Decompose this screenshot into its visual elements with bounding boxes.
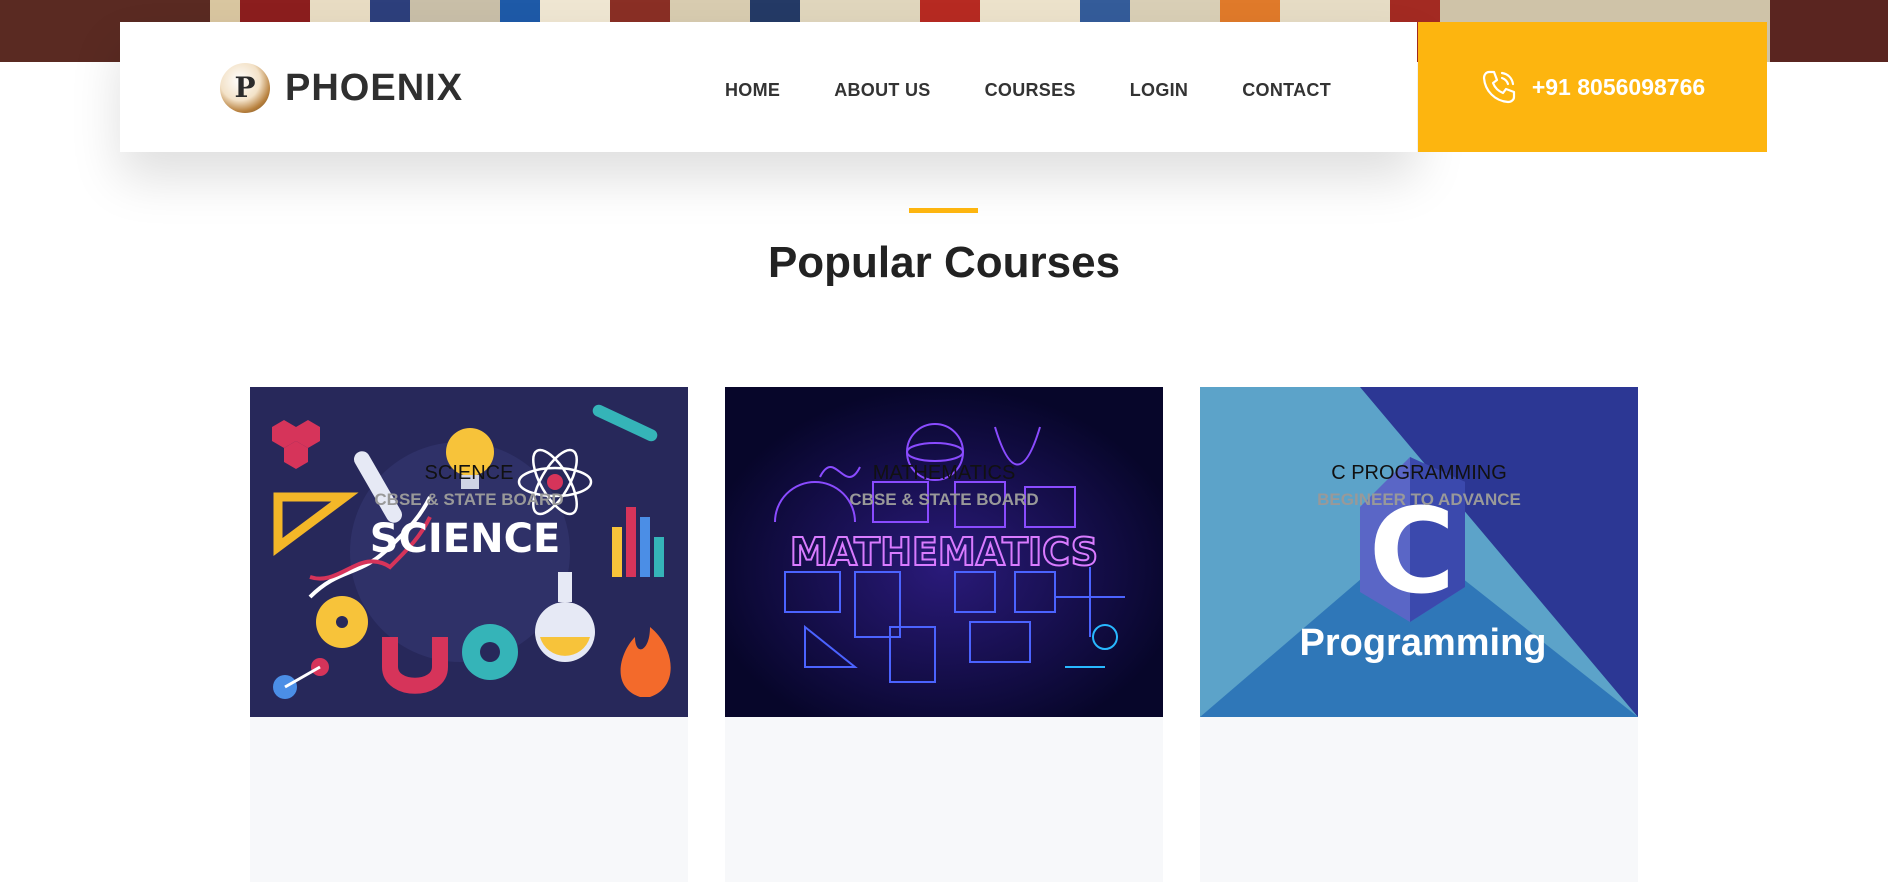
- main-nav: HOME ABOUT US COURSES LOGIN CONTACT: [725, 80, 1385, 101]
- science-image-text: SCIENCE: [370, 516, 561, 562]
- logo-emblem-icon: P: [220, 63, 270, 113]
- logo[interactable]: P PHOENIX: [220, 62, 463, 114]
- section-title: Popular Courses: [767, 238, 1121, 287]
- logo-glyph: P: [234, 71, 256, 104]
- nav-courses-link[interactable]: COURSES: [985, 80, 1076, 101]
- course-image-c-programming[interactable]: C Programming: [1200, 387, 1638, 717]
- phone-icon: [1482, 70, 1515, 104]
- course-subtitle-c-programming: BEGINEER TO ADVANCE: [1317, 490, 1521, 509]
- phone-number: +91 8056098766: [1531, 73, 1706, 100]
- course-subtitle-science: CBSE & STATE BOARD: [374, 490, 564, 509]
- site-header: P PHOENIX HOME ABOUT US COURSES LOGIN CO…: [120, 22, 1417, 152]
- course-card-body: [1200, 717, 1638, 882]
- brand-name: PHOENIX: [285, 66, 464, 109]
- course-title-science[interactable]: SCIENCE: [250, 462, 688, 485]
- course-image-mathematics[interactable]: MATHEMATICS: [725, 387, 1163, 717]
- nav-about-link[interactable]: ABOUT US: [834, 80, 930, 101]
- section-accent-bar: [909, 208, 978, 213]
- course-image-science[interactable]: SCIENCE: [250, 387, 688, 717]
- course-title-mathematics[interactable]: MATHEMATICS: [725, 462, 1163, 485]
- course-title-c-programming[interactable]: C PROGRAMMING: [1200, 462, 1638, 485]
- course-subtitle-mathematics: CBSE & STATE BOARD: [849, 490, 1039, 509]
- nav-home-link[interactable]: HOME: [725, 80, 780, 101]
- course-card-body: [725, 717, 1163, 882]
- mathematics-image-text: MATHEMATICS: [790, 530, 1098, 574]
- nav-contact-link[interactable]: CONTACT: [1242, 80, 1331, 101]
- programming-image-text: Programming: [1299, 622, 1546, 664]
- nav-login-link[interactable]: LOGIN: [1130, 80, 1189, 101]
- course-card-body: [250, 717, 688, 882]
- phone-contact-button[interactable]: +91 8056098766: [1418, 22, 1767, 152]
